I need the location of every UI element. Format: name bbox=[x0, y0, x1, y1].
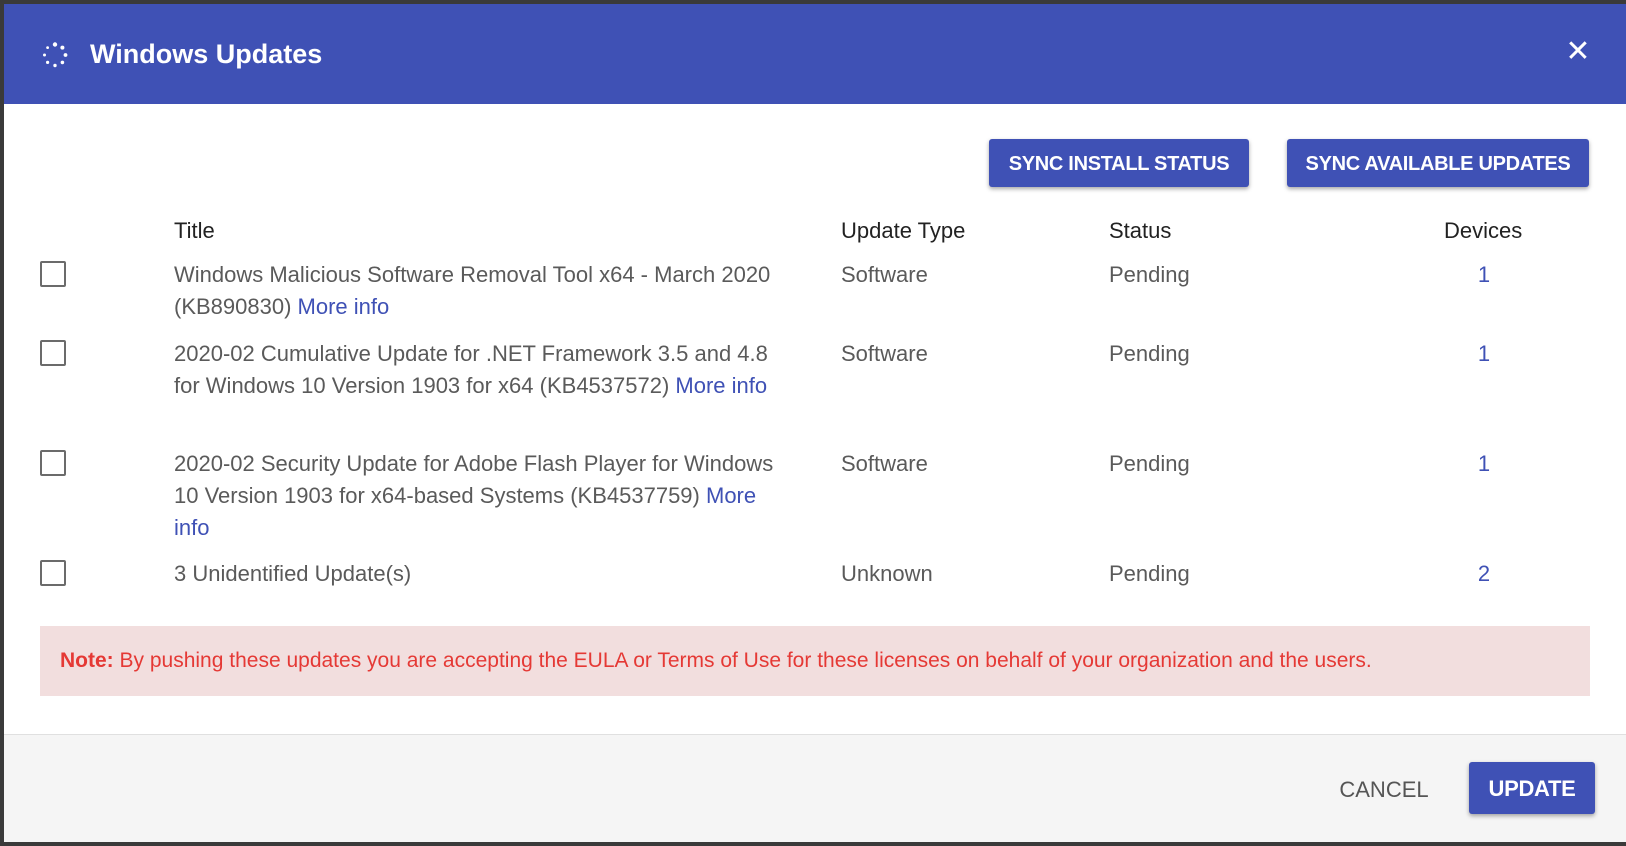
update-title: 2020-02 Security Update for Adobe Flash … bbox=[174, 448, 774, 544]
update-type: Software bbox=[841, 262, 928, 287]
sync-install-status-button[interactable]: SYNC INSTALL STATUS bbox=[989, 139, 1249, 187]
dialog-footer: CANCEL UPDATE bbox=[4, 735, 1626, 842]
update-type: Software bbox=[841, 451, 928, 476]
update-title-text: Windows Malicious Software Removal Tool … bbox=[174, 262, 771, 319]
update-title: Windows Malicious Software Removal Tool … bbox=[174, 259, 774, 323]
update-title-text: 2020-02 Security Update for Adobe Flash … bbox=[174, 451, 774, 508]
cancel-button[interactable]: CANCEL bbox=[1324, 766, 1444, 814]
update-button[interactable]: UPDATE bbox=[1469, 762, 1595, 814]
row-checkbox[interactable] bbox=[40, 560, 66, 586]
note-text: By pushing these updates you are accepti… bbox=[119, 649, 1372, 672]
update-type: Software bbox=[841, 341, 928, 366]
update-type: Unknown bbox=[841, 561, 933, 586]
close-icon[interactable]: ✕ bbox=[1560, 34, 1596, 70]
note-label: Note: bbox=[60, 649, 114, 672]
row-checkbox[interactable] bbox=[40, 261, 66, 287]
column-header-devices: Devices bbox=[1444, 218, 1523, 243]
devices-count-link[interactable]: 1 bbox=[1464, 259, 1504, 291]
more-info-link[interactable]: More info bbox=[298, 294, 390, 319]
devices-count-link[interactable]: 2 bbox=[1464, 558, 1504, 590]
row-checkbox[interactable] bbox=[40, 340, 66, 366]
update-status: Pending bbox=[1109, 561, 1190, 586]
update-status: Pending bbox=[1109, 451, 1190, 476]
update-title: 3 Unidentified Update(s) bbox=[174, 558, 774, 590]
sync-available-updates-button[interactable]: SYNC AVAILABLE UPDATES bbox=[1287, 139, 1589, 187]
more-info-link[interactable]: More info bbox=[675, 373, 767, 398]
update-title: 2020-02 Cumulative Update for .NET Frame… bbox=[174, 338, 774, 402]
update-status: Pending bbox=[1109, 262, 1190, 287]
column-header-title: Title bbox=[174, 218, 215, 243]
eula-note: Note: By pushing these updates you are a… bbox=[40, 626, 1590, 696]
spinner-icon bbox=[43, 42, 68, 68]
windows-updates-dialog: Windows Updates ✕ SYNC INSTALL STATUS SY… bbox=[4, 4, 1626, 842]
devices-count-link[interactable]: 1 bbox=[1464, 448, 1504, 480]
column-header-update-type: Update Type bbox=[841, 218, 966, 243]
update-title-text: 3 Unidentified Update(s) bbox=[174, 561, 412, 586]
column-header-status: Status bbox=[1109, 218, 1172, 243]
dialog-title: Windows Updates bbox=[90, 39, 323, 69]
devices-count-link[interactable]: 1 bbox=[1464, 338, 1504, 370]
row-checkbox[interactable] bbox=[40, 450, 66, 476]
update-status: Pending bbox=[1109, 341, 1190, 366]
dialog-header: Windows Updates ✕ bbox=[4, 4, 1626, 104]
